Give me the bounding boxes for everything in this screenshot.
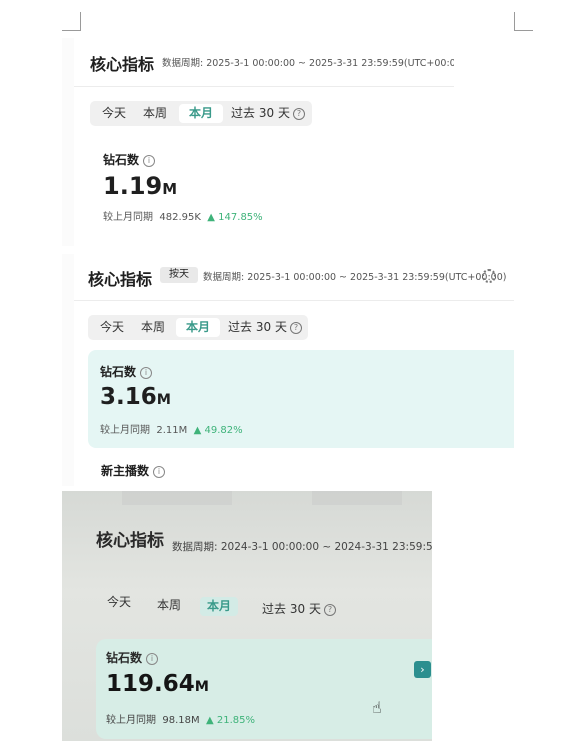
pixelation	[312, 491, 402, 505]
tab-today[interactable]: 今天	[102, 593, 136, 612]
triangle-up-icon: ▲	[207, 212, 215, 223]
metric-label-diamonds: 钻石数 i	[106, 649, 159, 666]
tab-this-week[interactable]: 本周	[135, 318, 171, 337]
tab-today[interactable]: 今天	[96, 104, 132, 123]
metric-unit: M	[162, 180, 178, 198]
data-period: 数据周期: 2025-3-1 00:00:00 ~ 2025-3-31 23:5…	[162, 58, 454, 69]
tab-label: 过去 30 天	[231, 106, 290, 120]
triangle-up-icon: ▲	[193, 425, 202, 436]
tab-this-month[interactable]: 本月	[200, 597, 238, 616]
chevron-right-icon[interactable]: ›	[414, 661, 431, 678]
info-circle-icon[interactable]: i	[146, 653, 159, 665]
compare-value: 2.11M	[156, 425, 188, 436]
change-percent: 147.85%	[218, 212, 263, 223]
tab-label: 过去 30 天	[228, 320, 287, 334]
metric-label-diamonds: 钻石数 i	[103, 151, 156, 168]
page-corner-mark-right	[514, 12, 533, 31]
tab-label: 过去 30 天	[262, 602, 321, 616]
tab-this-week[interactable]: 本周	[137, 104, 173, 123]
tab-today[interactable]: 今天	[94, 318, 130, 337]
tab-this-month[interactable]: 本月	[176, 318, 220, 337]
tab-this-week[interactable]: 本周	[152, 596, 186, 615]
panel-title: 核心指标	[88, 270, 153, 289]
core-metrics-panel-2: 核心指标 按天 数据周期: 2025-3-1 00:00:00 ~ 2025-3…	[62, 254, 514, 486]
tab-last-30-days[interactable]: 过去 30 天?	[258, 600, 340, 619]
divider	[74, 300, 514, 301]
compare-value: 98.18M	[162, 715, 200, 726]
question-circle-icon[interactable]: ?	[292, 108, 305, 120]
question-circle-icon[interactable]: ?	[289, 322, 302, 334]
metric-comparison: 较上月同期 98.18M ▲ 21.85%	[106, 715, 256, 726]
metric-card-diamonds[interactable]: 钻石数 i 3.16M 较上月同期 2.11M ▲ 49.82%	[88, 350, 514, 448]
metric-value: 3.16M	[100, 384, 171, 410]
metric-value: 1.19M	[103, 172, 178, 200]
pixelation	[122, 491, 232, 505]
page-corner-mark-left	[62, 12, 81, 31]
metric-label-diamonds: 钻石数 i	[100, 363, 153, 380]
info-circle-icon[interactable]: i	[140, 367, 153, 379]
question-circle-icon[interactable]: ?	[323, 604, 336, 616]
info-circle-icon[interactable]: i	[143, 155, 156, 167]
data-period: 数据周期: 2025-3-1 00:00:00 ~ 2025-3-31 23:5…	[203, 272, 507, 283]
panel-title: 核心指标	[90, 55, 155, 74]
data-period: 数据周期: 2024-3-1 00:00:00 ~ 2024-3-31 23:5…	[172, 541, 432, 553]
metric-comparison: 较上月同期 2.11M ▲ 49.82%	[100, 425, 243, 436]
metric-value: 119.64M	[106, 671, 209, 697]
period-tabs: 今天 本周 本月 过去 30 天?	[88, 315, 308, 340]
metric-unit: M	[194, 679, 209, 695]
hand-cursor-icon: ☝	[372, 698, 382, 717]
granularity-chip[interactable]: 按天	[160, 267, 198, 283]
core-metrics-panel-3-photo: 核心指标 数据周期: 2024-3-1 00:00:00 ~ 2024-3-31…	[62, 491, 432, 741]
triangle-up-icon: ▲	[205, 715, 214, 726]
compare-value: 482.95K	[159, 212, 201, 223]
divider	[74, 86, 454, 87]
core-metrics-panel-1: 核心指标 数据周期: 2025-3-1 00:00:00 ~ 2025-3-31…	[62, 38, 454, 246]
metric-comparison: 较上月同期 482.95K ▲ 147.85%	[103, 212, 263, 223]
tab-this-month[interactable]: 本月	[179, 104, 223, 123]
metric-card-diamonds[interactable]: 钻石数 i 119.64M 较上月同期 98.18M ▲ 21.85%	[96, 639, 432, 739]
change-percent: 49.82%	[204, 425, 243, 436]
panel-title: 核心指标	[96, 531, 164, 551]
period-tabs: 今天 本周 本月 过去 30 天?	[90, 101, 312, 126]
gear-icon[interactable]	[482, 269, 496, 283]
tab-last-30-days[interactable]: 过去 30 天?	[225, 318, 305, 337]
change-percent: 21.85%	[216, 715, 256, 726]
metric-unit: M	[156, 392, 171, 408]
tab-last-30-days[interactable]: 过去 30 天?	[228, 104, 308, 123]
metric-label-new-streamers: 新主播数 i	[101, 462, 166, 479]
info-circle-icon[interactable]: i	[153, 466, 166, 478]
